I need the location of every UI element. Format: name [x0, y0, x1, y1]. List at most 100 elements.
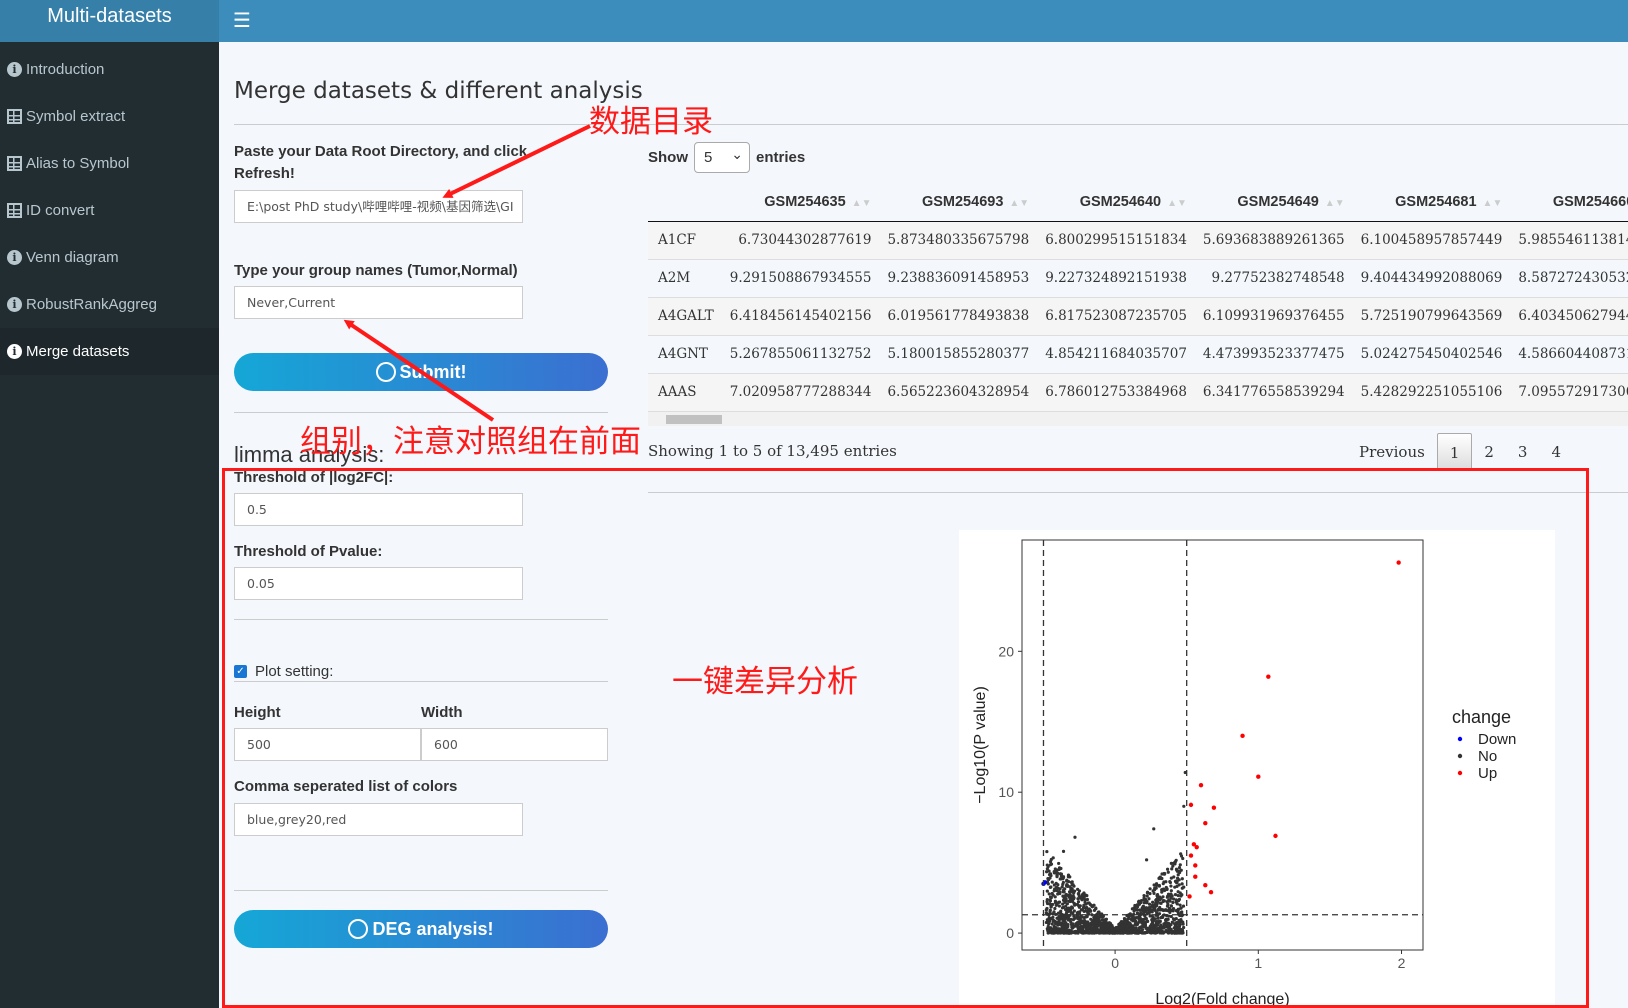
no-change-point: [1166, 929, 1171, 933]
table-cell: 6.786012753384968: [1037, 373, 1195, 412]
no-change-point: [1169, 904, 1173, 908]
no-change-point: [1079, 908, 1084, 912]
log2fc-threshold-input[interactable]: 0.5: [234, 493, 523, 526]
width-input[interactable]: 600: [421, 728, 608, 761]
no-change-point: [1177, 866, 1182, 870]
table-cell: 6.73044302877619: [721, 221, 880, 260]
no-change-point: [1127, 923, 1131, 927]
colors-input[interactable]: blue,grey20,red: [234, 803, 523, 836]
no-change-point: [1094, 907, 1098, 911]
table-cell: 9.227324892151938: [1037, 259, 1195, 298]
no-change-point: [1141, 920, 1145, 925]
scrollbar-thumb[interactable]: [666, 415, 722, 424]
no-change-point: [1156, 916, 1160, 920]
table-cell: 9.27752382748548: [1194, 259, 1353, 298]
no-change-point: [1067, 909, 1071, 913]
no-change-point: [1045, 921, 1050, 925]
app-logo[interactable]: Multi-datasets: [0, 0, 219, 42]
no-change-point: [1053, 925, 1057, 930]
main-content: Merge datasets & different analysis Past…: [219, 42, 1628, 1008]
no-change-point: [1158, 905, 1162, 910]
no-change-point: [1133, 927, 1138, 931]
table-icon: [7, 203, 22, 218]
colors-label: Comma seperated list of colors: [234, 778, 458, 795]
no-change-point: [1079, 895, 1083, 899]
pagination-page-1[interactable]: 1: [1436, 433, 1473, 471]
no-change-point: [1076, 887, 1080, 891]
no-change-point: [1157, 883, 1161, 888]
table-body: A1CF 6.73044302877619 5.873480335675798 6.8…: [648, 221, 1628, 412]
column-header[interactable]: GSM254681 ▲▼: [1352, 183, 1511, 222]
sidebar-item-id-convert[interactable]: ID convert: [0, 187, 219, 234]
pagination-previous[interactable]: Previous: [1347, 433, 1437, 471]
sidebar-item-robustrankaggreg[interactable]: i RobustRankAggreg: [0, 281, 219, 328]
no-change-point: [1166, 902, 1170, 906]
deg-analysis-button[interactable]: DEG analysis!: [234, 910, 608, 948]
no-change-point: [1121, 931, 1125, 935]
no-change-point: [1182, 804, 1186, 808]
no-change-point: [1168, 910, 1172, 915]
no-change-point: [1078, 904, 1082, 908]
horizontal-scrollbar[interactable]: [648, 412, 1628, 426]
annotation-group: 组别，注意对照组在前面: [300, 424, 641, 460]
no-change-point: [1046, 882, 1050, 886]
sidebar-item-venn-diagram[interactable]: i Venn diagram: [0, 234, 219, 281]
row-gene-cell: A2M: [648, 259, 722, 298]
no-change-point: [1080, 929, 1084, 933]
submit-button[interactable]: Submit!: [234, 353, 608, 391]
hamburger-icon[interactable]: ☰: [233, 8, 251, 33]
column-header[interactable]: GSM254635 ▲▼: [721, 183, 880, 222]
no-change-point: [1179, 868, 1183, 872]
no-change-point: [1182, 925, 1186, 930]
pagination-page-2[interactable]: 2: [1472, 433, 1506, 471]
no-change-point: [1061, 849, 1066, 853]
group-names-input[interactable]: Never,Current: [234, 286, 523, 319]
divider: [648, 492, 1628, 493]
no-change-point: [1050, 880, 1054, 884]
pagination-page-4[interactable]: 4: [1539, 433, 1573, 471]
no-change-point: [1179, 854, 1184, 858]
no-change-point: [1045, 889, 1049, 893]
plot-setting-checkbox[interactable]: ✓ Plot setting:: [234, 663, 333, 680]
pagination-page-3[interactable]: 3: [1506, 433, 1540, 471]
up-point: [1188, 853, 1194, 858]
no-change-point: [1163, 924, 1168, 928]
no-change-point: [1090, 905, 1094, 909]
no-change-point: [1132, 915, 1136, 920]
sidebar-item-merge-datasets[interactable]: i Merge datasets: [0, 328, 219, 375]
no-change-point: [1045, 870, 1049, 874]
data-dir-input[interactable]: E:\post PhD study\哔哩哔哩-视频\基因筛选\GI: [234, 190, 523, 223]
sidebar-item-label: Introduction: [26, 61, 105, 78]
column-header[interactable]: [648, 183, 722, 222]
no-change-point: [1180, 877, 1184, 881]
no-change-point: [1051, 893, 1055, 897]
up-point: [1240, 733, 1245, 739]
table-row: AAAS 7.020958777288344 6.565223604328954 6.…: [648, 373, 1628, 412]
no-change-point: [1177, 921, 1181, 925]
no-change-point: [1139, 898, 1144, 903]
sidebar-item-alias-to-symbol[interactable]: Alias to Symbol: [0, 140, 219, 187]
no-change-point: [1065, 883, 1070, 888]
column-header[interactable]: GSM254640 ▲▼: [1037, 183, 1195, 222]
table-icon: [7, 156, 22, 171]
sidebar-item-symbol-extract[interactable]: Symbol extract: [0, 93, 219, 140]
height-input[interactable]: 500: [234, 728, 421, 761]
no-change-point: [1056, 886, 1060, 890]
page-length-select[interactable]: 5: [694, 140, 750, 173]
height-label: Height: [234, 704, 281, 721]
no-change-point: [1152, 891, 1156, 895]
no-change-point: [1174, 900, 1178, 904]
column-header[interactable]: GSM254649 ▲▼: [1194, 183, 1353, 222]
sidebar-item-introduction[interactable]: i Introduction: [0, 46, 219, 93]
no-change-point: [1178, 903, 1182, 907]
no-change-point: [1159, 923, 1163, 927]
table-cell: 5.180015855280377: [879, 335, 1038, 374]
pvalue-threshold-input[interactable]: 0.05: [234, 567, 523, 600]
no-change-point: [1080, 919, 1084, 923]
no-change-point: [1118, 922, 1122, 926]
no-change-point: [1064, 904, 1068, 908]
no-change-point: [1051, 902, 1055, 907]
column-header[interactable]: GSM254660▲▼: [1510, 183, 1628, 222]
no-change-point: [1123, 920, 1127, 924]
column-header[interactable]: GSM254693 ▲▼: [879, 183, 1038, 222]
